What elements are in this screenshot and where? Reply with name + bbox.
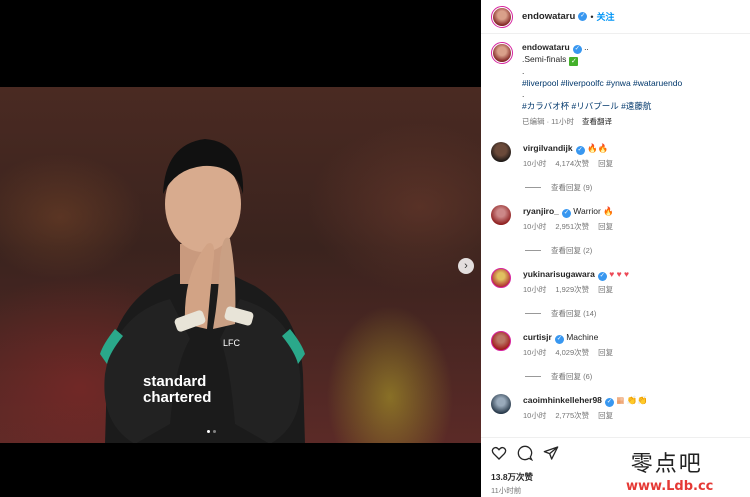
post-header: endowataru ✓ • 关注	[481, 0, 750, 34]
comment-username[interactable]: yukinarisugawara	[523, 269, 595, 279]
share-icon[interactable]	[543, 445, 559, 461]
comment-item: virgilvandijk ✓ 🔥🔥 10小时 4,174次赞 回复	[491, 142, 746, 170]
follow-button[interactable]: 关注	[596, 10, 614, 23]
watermark-title: 零点吧	[630, 452, 703, 477]
clap-emoji-icon: 👏👏	[626, 395, 648, 405]
comment-likes[interactable]: 1,929次赞	[555, 285, 589, 294]
verified-icon: ✓	[572, 45, 582, 54]
avatar[interactable]	[491, 331, 511, 351]
fire-icon: 🔥	[603, 206, 614, 216]
separator: •	[590, 11, 594, 22]
avatar[interactable]	[491, 5, 513, 28]
reply-button[interactable]: 回复	[598, 348, 613, 357]
view-replies-button[interactable]: 查看回复 (9)	[525, 182, 592, 193]
fire-icon: 🔥🔥	[586, 143, 609, 153]
header-username[interactable]: endowataru	[522, 11, 575, 22]
comment-likes[interactable]: 2,775次赞	[555, 411, 589, 420]
crest-text: LFC	[223, 338, 241, 348]
verified-icon: ✓	[597, 272, 607, 281]
comment-likes[interactable]: 4,174次赞	[555, 159, 589, 168]
caption: endowataru ✓ .. .Semi-finals ✓ . #liverpoo…	[491, 42, 746, 128]
media-panel: standard chartered LFC ›	[0, 0, 481, 497]
edited-time: 已编辑 · 11小时	[522, 117, 574, 126]
carousel-dots	[207, 430, 216, 433]
comment-item: caoimhinkelleher98 ✓ ▦ 👏👏 10小时 2,775次赞 回复	[491, 394, 746, 422]
comment-text: Warrior	[573, 206, 601, 216]
reply-button[interactable]: 回复	[598, 411, 613, 420]
comment-time: 10小时	[523, 159, 547, 168]
caption-title: .Semi-finals	[522, 54, 567, 64]
avatar[interactable]	[491, 205, 511, 225]
avatar[interactable]	[491, 268, 511, 288]
side-panel: endowataru ✓ • 关注 endowataru ✓ .. .Semi-f…	[481, 0, 750, 497]
comment-icon[interactable]	[517, 445, 534, 462]
heart-icon[interactable]	[491, 445, 507, 461]
verified-icon: ✓	[604, 398, 614, 407]
comment-time: 10小时	[523, 285, 547, 294]
avatar[interactable]	[491, 394, 511, 414]
comment-text: Machine	[566, 332, 599, 342]
checkmark-icon: ✓	[569, 57, 579, 66]
avatar[interactable]	[491, 142, 511, 162]
comment-likes[interactable]: 2,951次赞	[555, 222, 589, 231]
caption-dot: .	[522, 66, 525, 76]
reply-button[interactable]: 回复	[598, 285, 613, 294]
translate-link[interactable]: 查看翻译	[582, 117, 612, 126]
carousel-dot	[213, 430, 216, 433]
reply-button[interactable]: 回复	[598, 159, 613, 168]
view-replies-button[interactable]: 查看回复 (6)	[525, 371, 592, 382]
hashtags-jp[interactable]: #カラバオ杯 #リバプール #遠藤航	[522, 101, 682, 113]
comment-username[interactable]: curtisjr	[523, 332, 552, 342]
comment-username[interactable]: ryanjiro_	[523, 206, 559, 216]
comment-item: yukinarisugawara ✓ ♥ ♥ ♥ 10小时 1,929次赞 回复	[491, 268, 746, 296]
comment-likes[interactable]: 4,029次赞	[555, 348, 589, 357]
avatar[interactable]	[491, 42, 513, 64]
view-replies-button[interactable]: 查看回复 (2)	[525, 245, 592, 256]
comment-time: 10小时	[523, 222, 547, 231]
comment-item: ryanjiro_ ✓ Warrior 🔥 10小时 2,951次赞 回复	[491, 205, 746, 233]
sponsor-text-2: chartered	[143, 389, 211, 406]
caption-dot: .	[522, 89, 525, 99]
post-photo[interactable]: standard chartered LFC	[0, 87, 481, 443]
next-slide-button[interactable]: ›	[458, 258, 474, 274]
reply-button[interactable]: 回复	[598, 222, 613, 231]
hashtags-en[interactable]: #liverpool #liverpoolfc #ynwa #wataruend…	[522, 78, 682, 90]
player-illustration: standard chartered LFC	[100, 139, 305, 443]
comment-username[interactable]: caoimhinkelleher98	[523, 395, 602, 405]
comment-item: curtisjr ✓ Machine 10小时 4,029次赞 回复	[491, 331, 746, 359]
verified-icon: ✓	[561, 209, 571, 218]
heart-emoji-icon: ♥ ♥ ♥	[609, 269, 630, 279]
watermark-url: www.Ldb.cc	[626, 479, 714, 494]
instagram-post-view: standard chartered LFC › endowataru ✓ • …	[0, 0, 750, 497]
sponsor-text-1: standard	[143, 373, 206, 390]
carousel-dot	[207, 430, 210, 433]
comment-username[interactable]: virgilvandijk	[523, 143, 573, 153]
verified-icon: ✓	[575, 146, 585, 155]
verified-icon: ✓	[554, 335, 564, 344]
comment-time: 10小时	[523, 348, 547, 357]
flag-emoji-icon: ▦	[616, 395, 625, 405]
watermark: 零点吧 www.Ldb.cc	[620, 446, 713, 494]
view-replies-button[interactable]: 查看回复 (14)	[525, 308, 596, 319]
comment-time: 10小时	[523, 411, 547, 420]
verified-icon: ✓	[578, 12, 588, 21]
caption-username[interactable]: endowataru	[522, 42, 570, 52]
